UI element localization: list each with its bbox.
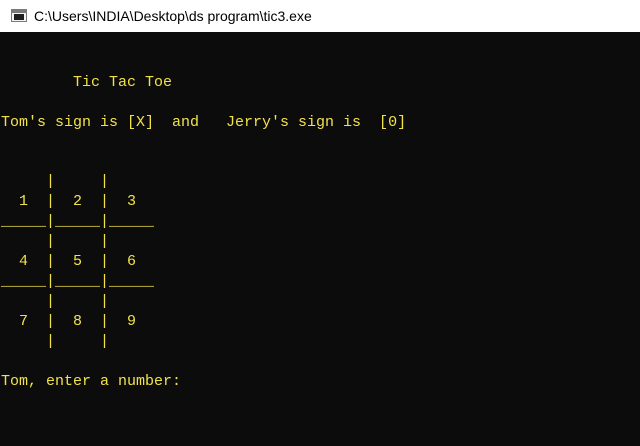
board-row3-cells: 7 | 8 | 9	[1, 313, 137, 330]
board-row3-top: | |	[1, 293, 110, 310]
console-output[interactable]: Tic Tac Toe Tom's sign is [X] and Jerry'…	[0, 32, 640, 446]
player-signs-line: Tom's sign is [X] and Jerry's sign is [0…	[1, 114, 407, 131]
window-title: C:\Users\INDIA\Desktop\ds program\tic3.e…	[34, 8, 312, 24]
board-row1-top: | |	[1, 173, 110, 190]
console-app-icon	[11, 9, 27, 22]
console-window: C:\Users\INDIA\Desktop\ds program\tic3.e…	[0, 0, 640, 446]
board-row2-bottom: _____|_____|_____	[1, 273, 155, 290]
title-bar[interactable]: C:\Users\INDIA\Desktop\ds program\tic3.e…	[0, 0, 640, 32]
game-heading: Tic Tac Toe	[1, 74, 173, 91]
board-row2-top: | |	[1, 233, 110, 250]
board-row1-cells: 1 | 2 | 3	[1, 193, 137, 210]
board-row1-bottom: _____|_____|_____	[1, 213, 155, 230]
board-row2-cells: 4 | 5 | 6	[1, 253, 137, 270]
board-row3-bottom: | |	[1, 333, 110, 350]
input-prompt: Tom, enter a number:	[1, 373, 182, 390]
